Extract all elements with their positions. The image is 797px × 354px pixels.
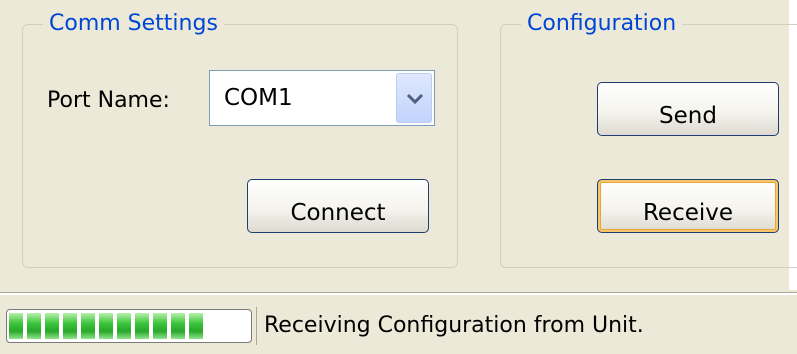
progress-block [9, 313, 23, 339]
connect-button[interactable]: Connect [247, 179, 429, 233]
configuration-group: Configuration Send Receive [500, 11, 797, 268]
progress-block [63, 313, 77, 339]
progress-bar [6, 309, 252, 343]
status-text: Receiving Configuration from Unit. [264, 313, 644, 338]
progress-block [45, 313, 59, 339]
status-divider [256, 307, 257, 345]
configuration-title: Configuration [521, 11, 683, 37]
progress-block [189, 313, 203, 339]
progress-block [135, 313, 149, 339]
progress-block [117, 313, 131, 339]
progress-block [99, 313, 113, 339]
progress-block [81, 313, 95, 339]
progress-block [171, 313, 185, 339]
port-name-label: Port Name: [47, 88, 170, 113]
port-name-combobox[interactable]: COM1 [209, 70, 435, 126]
progress-block [27, 313, 41, 339]
combo-dropdown-button[interactable] [396, 73, 432, 123]
receive-button[interactable]: Receive [597, 179, 779, 233]
status-bar: Receiving Configuration from Unit. [0, 292, 797, 354]
status-bar-separator [0, 293, 797, 295]
progress-block [153, 313, 167, 339]
port-name-value: COM1 [224, 85, 293, 111]
send-button[interactable]: Send [597, 82, 779, 136]
comm-settings-title: Comm Settings [43, 11, 224, 37]
comm-settings-group: Comm Settings Port Name: COM1 Connect [22, 11, 458, 268]
progress-fill [9, 313, 203, 339]
chevron-down-icon [406, 93, 424, 105]
